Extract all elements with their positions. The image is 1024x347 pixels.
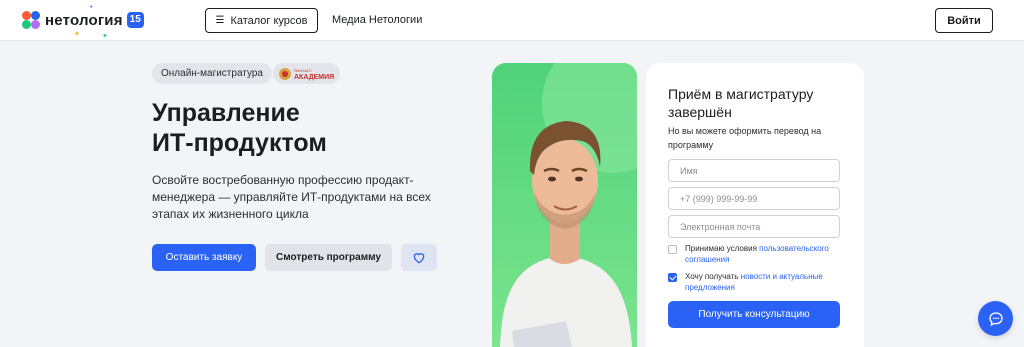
confetti-icon: ✦ (74, 31, 80, 38)
email-input[interactable] (668, 215, 840, 238)
logo[interactable]: нетология 15 ✦ • ✦ (22, 4, 144, 40)
catalog-label: Каталог курсов (230, 14, 308, 27)
name-input[interactable] (668, 159, 840, 182)
student-photo (492, 63, 637, 347)
logo-text: нетология (45, 11, 123, 29)
news-row: Хочу получать новости и актуальные предл… (668, 271, 848, 293)
page-title: Управление ИТ-продуктом (152, 98, 452, 158)
agreement-label: Принимаю условия пользовательского согла… (685, 244, 829, 264)
title-line-2: ИТ-продуктом (152, 129, 327, 157)
program-type-tag: Онлайн-магистратура (152, 63, 272, 84)
catalog-button[interactable]: ☰ Каталог курсов (205, 8, 318, 33)
agreement-checkbox[interactable] (668, 245, 677, 254)
academy-logo: РАНХиГС АКАДЕМИЯ (279, 67, 334, 81)
program-description: Освойте востребованную профессию продакт… (152, 173, 431, 221)
hero-photo (492, 63, 637, 347)
chat-icon (988, 311, 1003, 326)
login-button[interactable]: Войти (935, 8, 993, 33)
news-label: Хочу получать новости и актуальные предл… (685, 272, 823, 292)
news-checkbox[interactable] (668, 273, 677, 282)
confetti-icon: • (90, 4, 93, 11)
academy-logo-small-text: РАНХиГС (294, 67, 312, 73)
get-consultation-button[interactable]: Получить консультацию (668, 301, 840, 328)
logo-anniversary-badge: 15 (126, 12, 144, 28)
site-header: нетология 15 ✦ • ✦ ☰ Каталог курсов Меди… (0, 0, 1024, 41)
catalog-icon: ☰ (215, 15, 225, 26)
phone-input[interactable] (668, 187, 840, 210)
confetti-icon: ✦ (102, 33, 108, 40)
chat-button[interactable] (978, 301, 1013, 336)
media-link[interactable]: Медиа Нетологии (332, 14, 422, 26)
form-title: Приём в магистратуру завершён (668, 86, 814, 120)
consultation-form: Приём в магистратуру завершён Но вы може… (646, 63, 864, 347)
academy-logo-text: АКАДЕМИЯ (294, 73, 335, 81)
form-subtitle: Но вы можете оформить перевод на програм… (668, 126, 822, 150)
agreement-row: Принимаю условия пользовательского согла… (668, 243, 848, 265)
favorite-button[interactable] (401, 244, 437, 271)
title-line-1: Управление (152, 99, 300, 127)
academy-emblem-icon (279, 67, 291, 80)
view-program-button[interactable]: Смотреть программу (265, 244, 392, 271)
logo-mark-icon (22, 11, 40, 29)
heart-icon (413, 253, 425, 264)
partner-tag: РАНХиГС АКАДЕМИЯ (273, 63, 341, 84)
apply-button[interactable]: Оставить заявку (152, 244, 256, 271)
